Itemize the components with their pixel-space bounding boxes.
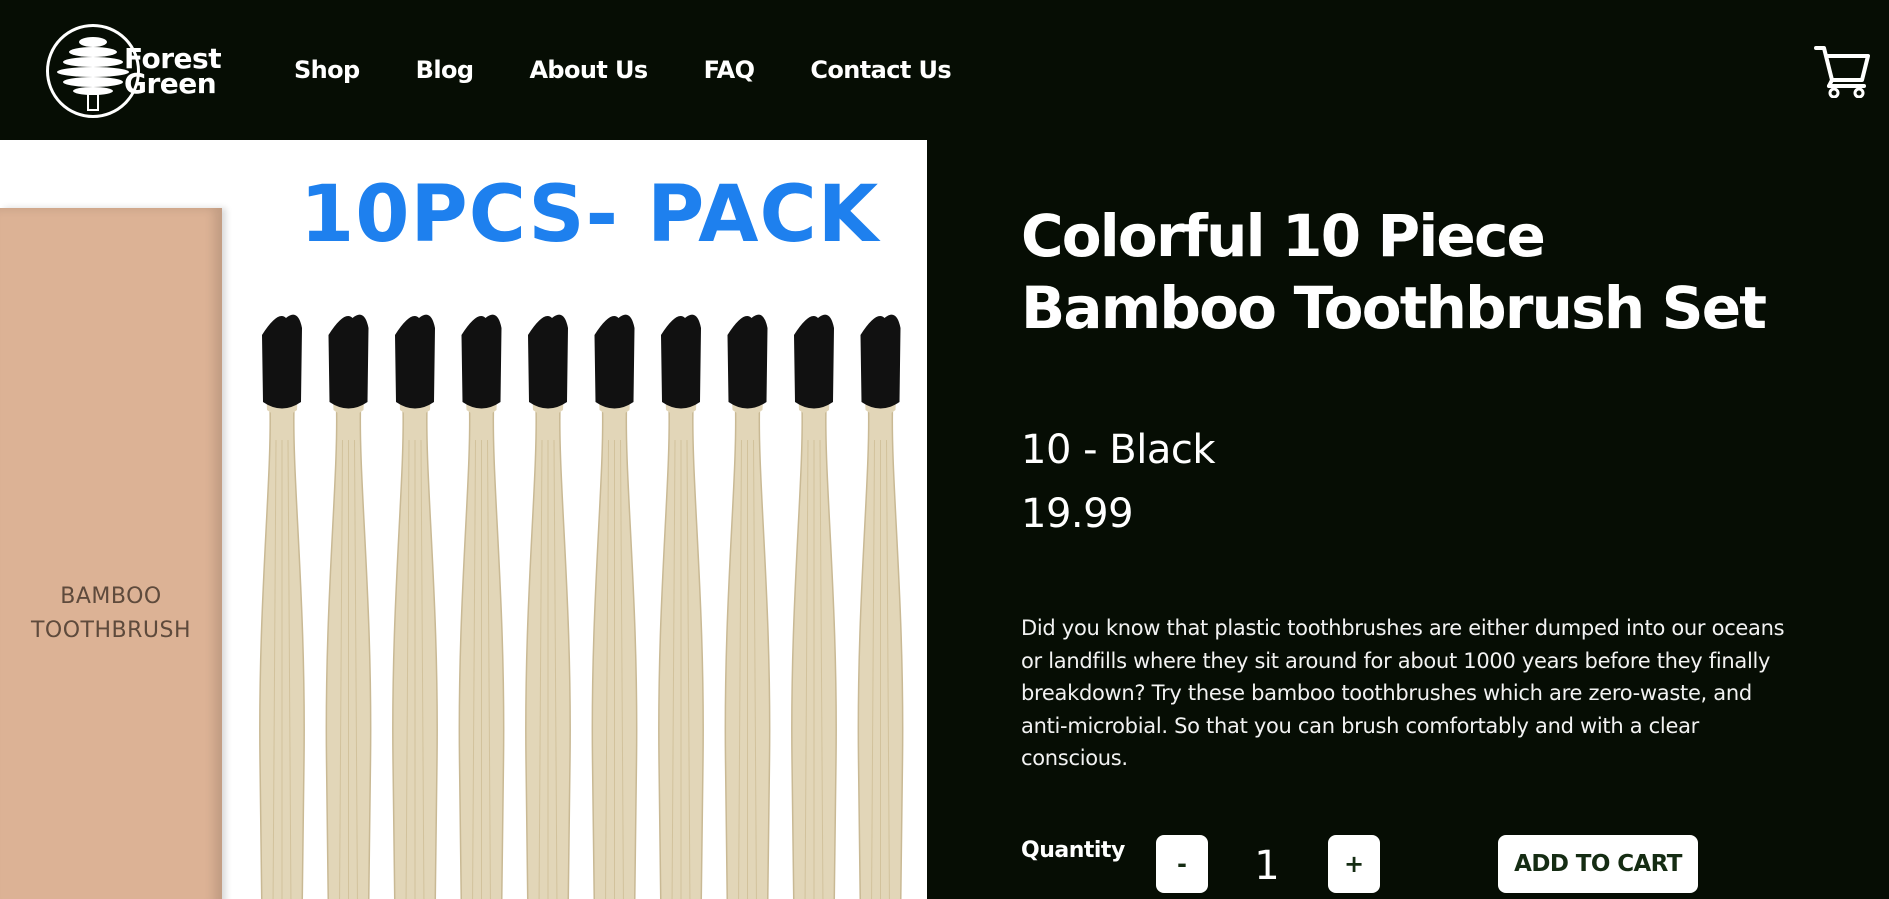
- toothbrush: [791, 314, 837, 899]
- toothbrush: [525, 314, 571, 899]
- product-title: Colorful 10 Piece Bamboo Toothbrush Set: [1021, 200, 1841, 344]
- product-description: Did you know that plastic toothbrushes a…: [1021, 616, 1785, 770]
- toothbrush: [857, 314, 904, 899]
- brand-name: Forest Green: [124, 45, 222, 100]
- shopping-cart-icon[interactable]: [1814, 44, 1872, 98]
- nav-faq[interactable]: FAQ: [704, 54, 755, 86]
- toothbrush: [458, 314, 505, 899]
- quantity-label: Quantity: [1021, 838, 1125, 863]
- quantity-increase-button[interactable]: +: [1328, 835, 1380, 893]
- toothbrush: [392, 314, 438, 899]
- toothbrush: [259, 314, 305, 899]
- toothbrush: [658, 314, 704, 899]
- nav-blog[interactable]: Blog: [416, 54, 474, 86]
- product-title-line2: Bamboo Toothbrush Set: [1021, 274, 1767, 342]
- product-price: 19.99: [1021, 491, 1134, 537]
- toothbrush: [724, 314, 771, 899]
- brand-name-line2: Green: [124, 67, 217, 100]
- toothbrushes-illustration: [259, 314, 904, 899]
- site-header: Forest Green Shop Blog About Us FAQ Cont…: [0, 0, 1889, 140]
- toothbrush: [325, 314, 372, 899]
- quantity-value[interactable]: 1: [1232, 838, 1302, 894]
- main-nav: Shop Blog About Us FAQ Contact Us: [294, 54, 1007, 86]
- product-image: BAMBOO TOOTHBRUSH 10PCS- PACK: [0, 140, 927, 899]
- add-to-cart-button[interactable]: ADD TO CART: [1498, 835, 1698, 893]
- product-title-line1: Colorful 10 Piece: [1021, 202, 1546, 270]
- nav-contact-us[interactable]: Contact Us: [810, 54, 951, 86]
- toothbrush: [591, 314, 638, 899]
- brand-logo[interactable]: Forest Green: [46, 24, 236, 120]
- product-info: Colorful 10 Piece Bamboo Toothbrush Set: [1021, 200, 1841, 344]
- quantity-decrease-button[interactable]: -: [1156, 835, 1208, 893]
- nav-shop[interactable]: Shop: [294, 54, 360, 86]
- product-page: Forest Green Shop Blog About Us FAQ Cont…: [0, 0, 1889, 899]
- nav-about-us[interactable]: About Us: [529, 54, 648, 86]
- product-variant: 10 - Black: [1021, 427, 1215, 473]
